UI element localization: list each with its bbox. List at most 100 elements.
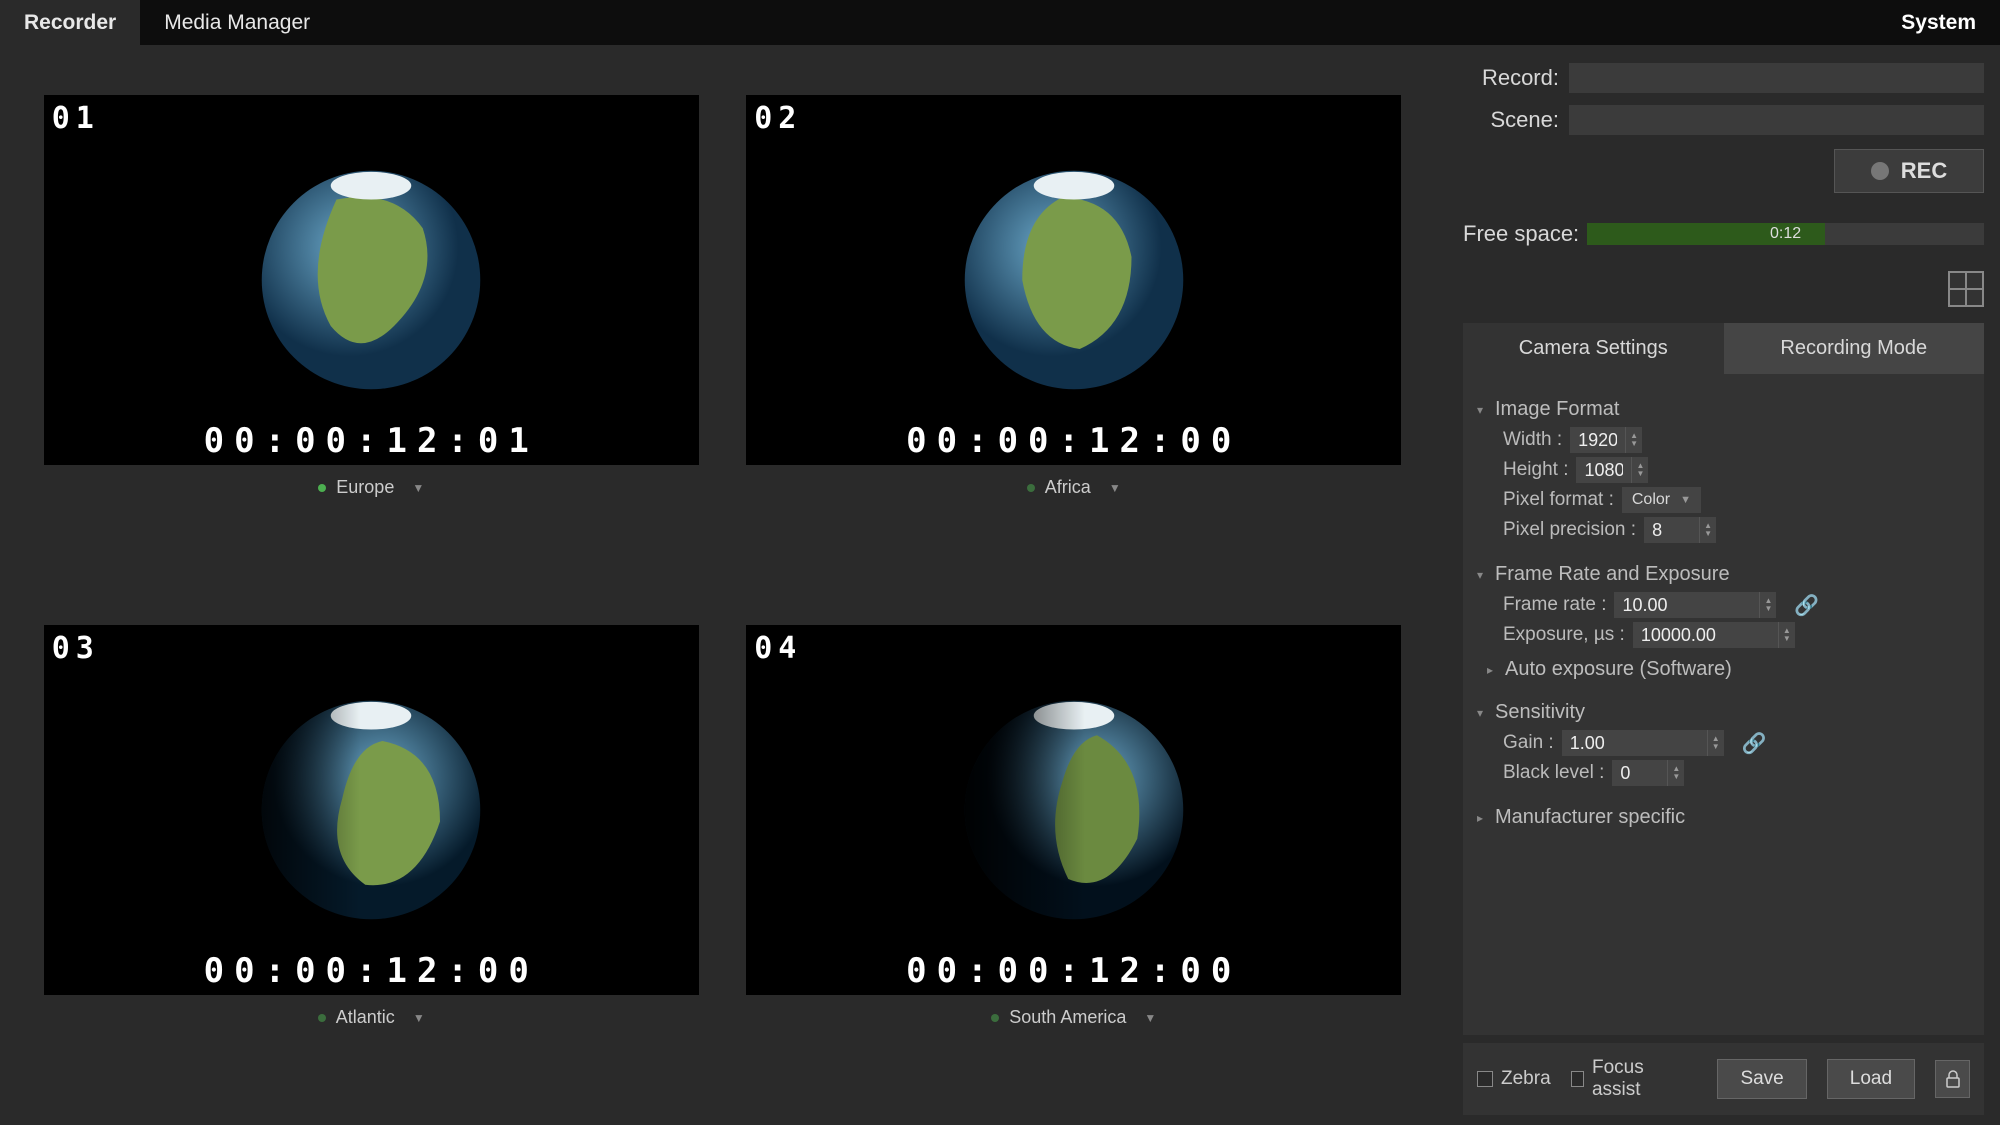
spinner-icon[interactable]: ▲▼ xyxy=(1631,457,1648,483)
camera-name: Europe xyxy=(336,477,394,498)
width-input[interactable] xyxy=(1570,427,1625,453)
timecode: 00:00:12:00 xyxy=(746,951,1401,991)
save-button[interactable]: Save xyxy=(1717,1059,1806,1099)
link-icon[interactable]: 🔗 xyxy=(1794,593,1819,618)
spinner-icon[interactable]: ▲▼ xyxy=(1667,760,1684,786)
spinner-icon[interactable]: ▲▼ xyxy=(1699,517,1716,543)
timecode: 00:00:12:01 xyxy=(44,421,699,461)
timecode: 00:00:12:00 xyxy=(44,951,699,991)
spinner-icon[interactable]: ▲▼ xyxy=(1778,622,1795,648)
camera-cell-04: 04 00:00:12:00 South America ▼ xyxy=(738,625,1411,1095)
section-title: Manufacturer specific xyxy=(1495,806,1685,829)
camera-preview-03[interactable]: 03 00:00:12:00 xyxy=(44,625,699,995)
pixel-format-label: Pixel format : xyxy=(1503,489,1614,511)
status-dot-icon xyxy=(318,1014,326,1022)
triangle-right-icon: ▸ xyxy=(1487,663,1499,677)
tab-recording-mode[interactable]: Recording Mode xyxy=(1724,323,1985,374)
link-icon[interactable]: 🔗 xyxy=(1742,731,1767,756)
camera-preview-02[interactable]: 02 00:00:12:00 xyxy=(746,95,1401,465)
camera-label-select[interactable]: Africa ▼ xyxy=(1027,477,1121,498)
pixel-format-select[interactable]: Color ▼ xyxy=(1622,487,1701,513)
chevron-down-icon: ▼ xyxy=(1144,1011,1156,1025)
exposure-input[interactable] xyxy=(1633,622,1778,648)
gain-input[interactable] xyxy=(1562,730,1707,756)
globe-icon xyxy=(746,625,1401,995)
camera-cell-01: 01 00:00:12:01 Europe ▼ xyxy=(35,95,708,565)
triangle-down-icon: ▾ xyxy=(1477,403,1489,417)
tab-camera-settings[interactable]: Camera Settings xyxy=(1463,323,1724,374)
pixel-precision-input[interactable] xyxy=(1644,517,1699,543)
camera-number: 03 xyxy=(52,631,100,666)
record-label: Record: xyxy=(1463,65,1559,91)
spinner-icon[interactable]: ▲▼ xyxy=(1707,730,1724,756)
frame-rate-label: Frame rate : xyxy=(1503,594,1606,616)
pixel-format-value: Color xyxy=(1632,491,1670,509)
camera-name: South America xyxy=(1009,1007,1126,1028)
camera-label-select[interactable]: Atlantic ▼ xyxy=(318,1007,425,1028)
camera-preview-04[interactable]: 04 00:00:12:00 xyxy=(746,625,1401,995)
section-manufacturer[interactable]: ▸ Manufacturer specific xyxy=(1477,806,1974,829)
camera-number: 04 xyxy=(754,631,802,666)
camera-number: 01 xyxy=(52,101,100,136)
tab-recorder[interactable]: Recorder xyxy=(0,0,140,45)
lock-icon xyxy=(1945,1070,1961,1088)
height-input[interactable] xyxy=(1576,457,1631,483)
section-sensitivity[interactable]: ▾ Sensitivity xyxy=(1477,701,1974,724)
focus-assist-checkbox[interactable]: Focus assist xyxy=(1571,1057,1678,1101)
zebra-checkbox[interactable]: Zebra xyxy=(1477,1068,1551,1090)
globe-icon xyxy=(44,95,699,465)
frame-rate-input[interactable] xyxy=(1614,592,1759,618)
triangle-right-icon: ▸ xyxy=(1477,811,1489,825)
section-frame-rate[interactable]: ▾ Frame Rate and Exposure xyxy=(1477,563,1974,586)
triangle-down-icon: ▾ xyxy=(1477,568,1489,582)
checkbox-icon xyxy=(1477,1071,1493,1087)
timecode: 00:00:12:00 xyxy=(746,421,1401,461)
spinner-icon[interactable]: ▲▼ xyxy=(1625,427,1642,453)
status-dot-icon xyxy=(1027,484,1035,492)
zebra-label: Zebra xyxy=(1501,1068,1551,1090)
right-panel: Record: Scene: REC Free space: 0:12 xyxy=(1445,45,2000,1125)
tab-media-manager[interactable]: Media Manager xyxy=(140,0,334,45)
load-button[interactable]: Load xyxy=(1827,1059,1915,1099)
record-icon xyxy=(1871,162,1889,180)
section-title: Auto exposure (Software) xyxy=(1505,658,1732,681)
scene-label: Scene: xyxy=(1463,107,1559,133)
top-nav: Recorder Media Manager System xyxy=(0,0,2000,45)
chevron-down-icon: ▼ xyxy=(1680,494,1691,506)
gain-label: Gain : xyxy=(1503,732,1554,754)
section-auto-exposure[interactable]: ▸ Auto exposure (Software) xyxy=(1487,658,1974,681)
free-space-value: 0:12 xyxy=(1587,223,1984,245)
camera-preview-01[interactable]: 01 00:00:12:01 xyxy=(44,95,699,465)
free-space-bar: 0:12 xyxy=(1587,223,1984,245)
black-level-input[interactable] xyxy=(1612,760,1667,786)
camera-cell-03: 03 00:00:12:00 Atlantic ▼ xyxy=(35,625,708,1095)
rec-button[interactable]: REC xyxy=(1834,149,1984,193)
black-level-label: Black level : xyxy=(1503,762,1604,784)
section-title: Sensitivity xyxy=(1495,701,1585,724)
record-input[interactable] xyxy=(1569,63,1984,93)
grid-layout-button[interactable] xyxy=(1948,271,1984,307)
settings-tabs: Camera Settings Recording Mode xyxy=(1463,323,1984,374)
section-title: Frame Rate and Exposure xyxy=(1495,563,1730,586)
system-button[interactable]: System xyxy=(1877,0,2000,45)
settings-footer: Zebra Focus assist Save Load xyxy=(1463,1043,1984,1115)
section-image-format[interactable]: ▾ Image Format xyxy=(1477,398,1974,421)
scene-input[interactable] xyxy=(1569,105,1984,135)
checkbox-icon xyxy=(1571,1071,1584,1087)
camera-label-select[interactable]: South America ▼ xyxy=(991,1007,1156,1028)
globe-icon xyxy=(746,95,1401,465)
triangle-down-icon: ▾ xyxy=(1477,706,1489,720)
height-label: Height : xyxy=(1503,459,1568,481)
spinner-icon[interactable]: ▲▼ xyxy=(1759,592,1776,618)
section-title: Image Format xyxy=(1495,398,1619,421)
status-dot-icon xyxy=(318,484,326,492)
camera-name: Atlantic xyxy=(336,1007,395,1028)
camera-name: Africa xyxy=(1045,477,1091,498)
lock-button[interactable] xyxy=(1935,1060,1970,1098)
globe-icon xyxy=(44,625,699,995)
camera-label-select[interactable]: Europe ▼ xyxy=(318,477,424,498)
rec-button-label: REC xyxy=(1901,158,1947,184)
camera-cell-02: 02 00:00:12:00 Africa ▼ xyxy=(738,95,1411,565)
chevron-down-icon: ▼ xyxy=(1109,481,1121,495)
free-space-label: Free space: xyxy=(1463,221,1579,247)
